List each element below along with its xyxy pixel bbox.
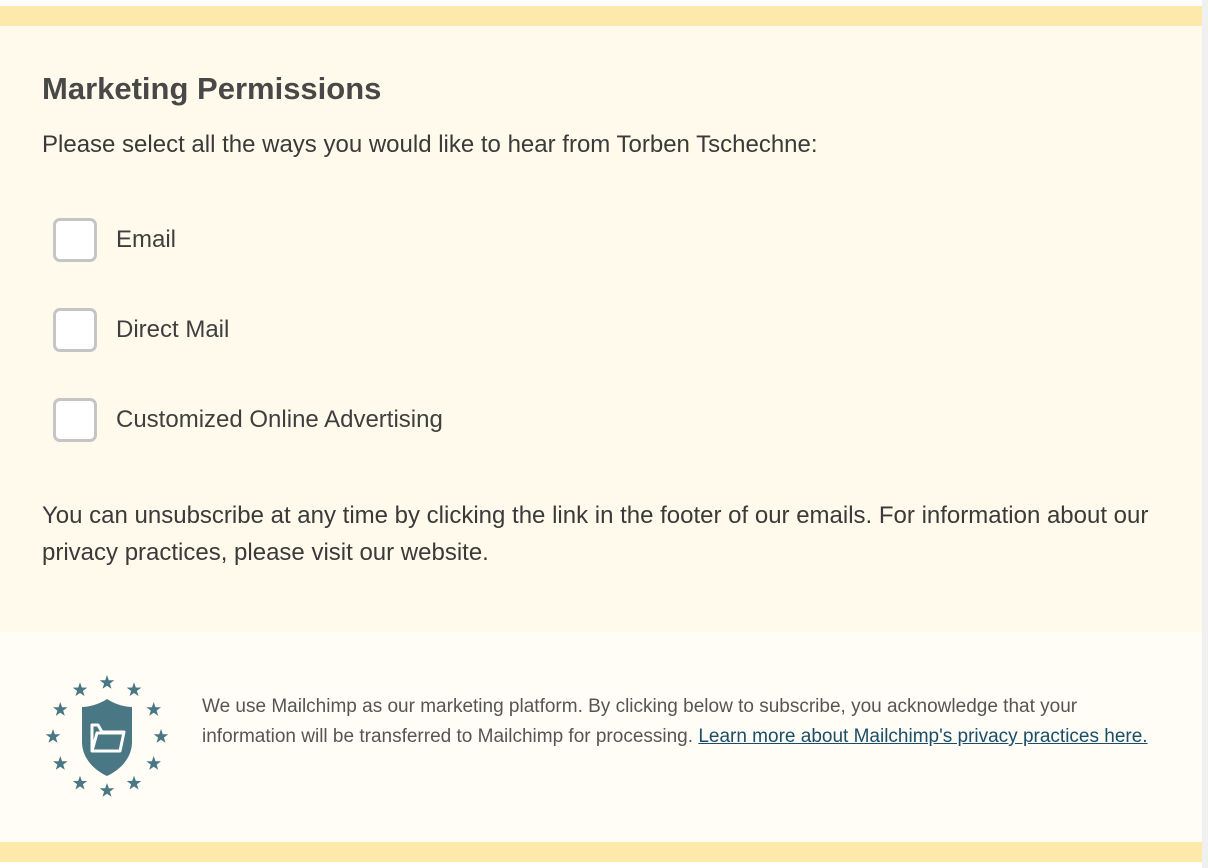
- option-label-email: Email: [116, 226, 177, 253]
- bottom-accent-band: [0, 842, 1202, 862]
- gdpr-shield-folder-icon: [45, 675, 169, 797]
- permissions-intro: Please select all the ways you would lik…: [42, 131, 818, 158]
- option-email[interactable]: Email: [53, 216, 176, 264]
- customized-online-advertising-checkbox[interactable]: [53, 398, 97, 442]
- mailchimp-notice: We use Mailchimp as our marketing platfo…: [202, 692, 1162, 752]
- top-accent-band: [0, 6, 1202, 26]
- option-label-direct-mail: Direct Mail: [116, 316, 230, 343]
- option-customized-online-advertising[interactable]: Customized Online Advertising: [53, 396, 443, 444]
- option-label-customized-online-advertising: Customized Online Advertising: [116, 406, 443, 433]
- section-title: Marketing Permissions: [42, 71, 382, 106]
- email-checkbox[interactable]: [53, 218, 97, 262]
- unsubscribe-note: You can unsubscribe at any time by click…: [42, 502, 1149, 566]
- form-frame: Marketing Permissions Please select all …: [0, 0, 1202, 868]
- mailchimp-privacy-link[interactable]: Learn more about Mailchimp's privacy pra…: [698, 726, 1147, 747]
- option-direct-mail[interactable]: Direct Mail: [53, 306, 229, 354]
- direct-mail-checkbox[interactable]: [53, 308, 97, 352]
